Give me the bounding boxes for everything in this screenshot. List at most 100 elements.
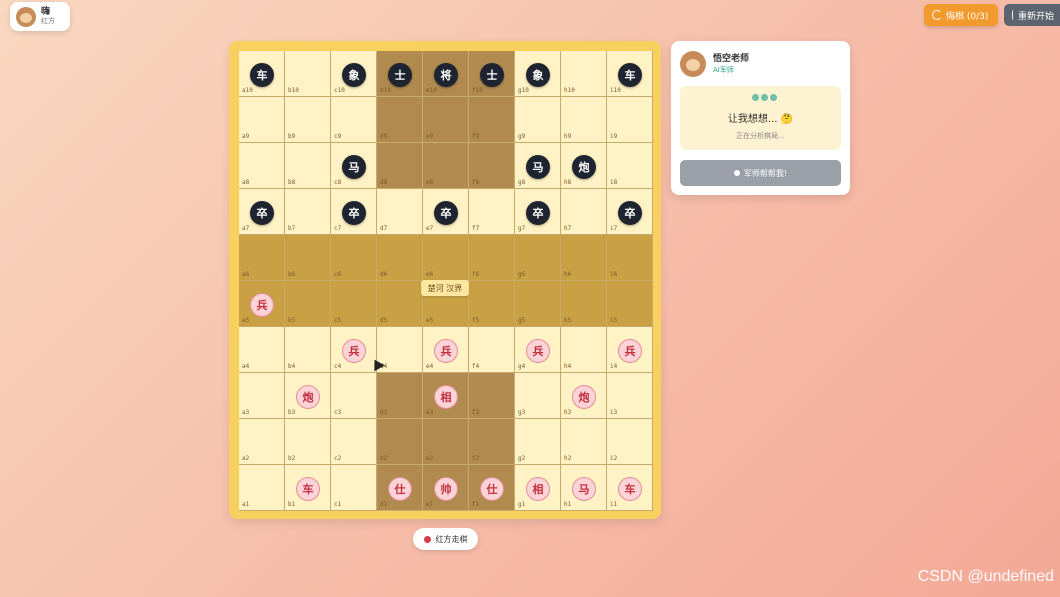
red-piece[interactable]: 相 [434,385,458,409]
board-square[interactable]: i5 [607,281,653,327]
square-coordinate: g2 [518,455,526,462]
red-piece[interactable]: 兵 [526,339,550,363]
thinking-title: 让我想想... 🤔 [727,114,794,125]
red-piece[interactable]: 仕 [388,477,412,501]
board-square[interactable]: c6 [331,235,377,281]
red-piece[interactable]: 车 [618,477,642,501]
loading-dots-icon [752,94,777,101]
square-coordinate: e7 [426,225,434,232]
square-coordinate: i6 [610,271,618,278]
board-square[interactable]: f9 [469,97,515,143]
board-square[interactable]: g3 [515,373,561,419]
board-square[interactable]: c3 [331,373,377,419]
board-square[interactable]: g9 [515,97,561,143]
board-square[interactable]: a9 [239,97,285,143]
board-square[interactable]: f4 [469,327,515,373]
board-square[interactable]: e9 [423,97,469,143]
board-square[interactable]: h10 [561,51,607,97]
board-square[interactable]: d7 [377,189,423,235]
board-square[interactable]: a3 [239,373,285,419]
board-square[interactable]: b6 [285,235,331,281]
black-piece[interactable]: 车 [618,63,642,87]
red-piece[interactable]: 帅 [434,477,458,501]
board-square[interactable]: d6 [377,235,423,281]
black-piece[interactable]: 马 [526,155,550,179]
red-piece[interactable]: 炮 [572,385,596,409]
red-piece[interactable]: 兵 [618,339,642,363]
red-piece[interactable]: 仕 [480,477,504,501]
board-square[interactable]: c5 [331,281,377,327]
board-square[interactable]: d9 [377,97,423,143]
board-square[interactable]: g2 [515,419,561,465]
black-piece[interactable]: 车 [250,63,274,87]
board-square[interactable]: d2 [377,419,423,465]
board-square[interactable]: i8 [607,143,653,189]
board-square[interactable]: a8 [239,143,285,189]
board-square[interactable]: h7 [561,189,607,235]
black-piece[interactable]: 卒 [250,201,274,225]
black-piece[interactable]: 象 [342,63,366,87]
board-square[interactable]: a1 [239,465,285,511]
black-piece[interactable]: 卒 [618,201,642,225]
board-square[interactable]: b7 [285,189,331,235]
board-square[interactable]: b5 [285,281,331,327]
board-square[interactable]: d4 [377,327,423,373]
red-piece[interactable]: 相 [526,477,550,501]
board-square[interactable]: h5 [561,281,607,327]
board-square[interactable]: d3 [377,373,423,419]
black-piece[interactable]: 炮 [572,155,596,179]
black-piece[interactable]: 卒 [526,201,550,225]
black-piece[interactable]: 马 [342,155,366,179]
red-piece[interactable]: 马 [572,477,596,501]
board-square[interactable]: e2 [423,419,469,465]
board-square[interactable]: g6 [515,235,561,281]
black-piece[interactable]: 象 [526,63,550,87]
square-coordinate: c2 [334,455,342,462]
black-piece[interactable]: 卒 [434,201,458,225]
black-piece[interactable]: 将 [434,63,458,87]
board-square[interactable]: f5 [469,281,515,327]
restart-button[interactable]: 重新开始 [1004,4,1060,26]
board-square[interactable]: c1 [331,465,377,511]
board-square[interactable]: c2 [331,419,377,465]
red-piece[interactable]: 车 [296,477,320,501]
board-square[interactable]: d8 [377,143,423,189]
black-piece[interactable]: 士 [388,63,412,87]
red-dot-icon [423,535,431,543]
board-square[interactable]: b10 [285,51,331,97]
board-square[interactable]: h4 [561,327,607,373]
black-piece[interactable]: 卒 [342,201,366,225]
board-square[interactable]: b4 [285,327,331,373]
board-square[interactable]: e8 [423,143,469,189]
board-square[interactable]: b9 [285,97,331,143]
board-square[interactable]: i2 [607,419,653,465]
board-square[interactable]: h2 [561,419,607,465]
board-square[interactable]: d5 [377,281,423,327]
board-square[interactable]: a6 [239,235,285,281]
board-square[interactable]: a2 [239,419,285,465]
board-square[interactable]: i6 [607,235,653,281]
board-square[interactable]: a4 [239,327,285,373]
board-square[interactable]: e6 [423,235,469,281]
board-square[interactable]: f8 [469,143,515,189]
board-square[interactable]: f2 [469,419,515,465]
board-square[interactable]: f7 [469,189,515,235]
square-coordinate: a3 [242,409,250,416]
red-piece[interactable]: 兵 [434,339,458,363]
board-square[interactable]: h6 [561,235,607,281]
ask-advisor-button[interactable]: 军师帮帮我! [680,160,841,186]
board-square[interactable]: f6 [469,235,515,281]
board-square[interactable]: i3 [607,373,653,419]
red-piece[interactable]: 兵 [342,339,366,363]
board-square[interactable]: b8 [285,143,331,189]
red-piece[interactable]: 炮 [296,385,320,409]
board-square[interactable]: c9 [331,97,377,143]
red-piece[interactable]: 兵 [250,293,274,317]
board-square[interactable]: i9 [607,97,653,143]
board-square[interactable]: h9 [561,97,607,143]
black-piece[interactable]: 士 [480,63,504,87]
board-square[interactable]: f3 [469,373,515,419]
board-square[interactable]: g5 [515,281,561,327]
board-square[interactable]: b2 [285,419,331,465]
undo-button[interactable]: 悔棋 (0/3) [924,4,998,26]
